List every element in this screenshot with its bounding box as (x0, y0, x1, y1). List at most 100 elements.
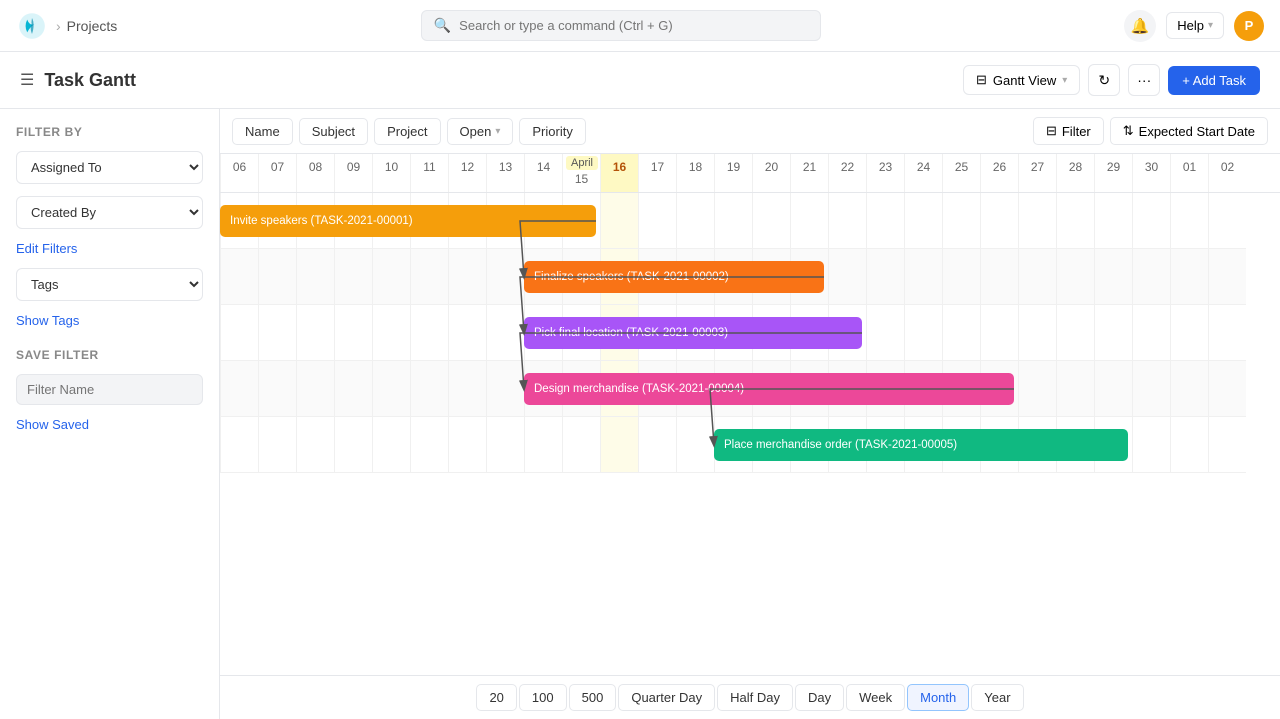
avatar[interactable]: P (1234, 11, 1264, 41)
logo-icon (16, 10, 48, 42)
tags-filter[interactable]: Tags (16, 268, 203, 301)
priority-column-button[interactable]: Priority (519, 118, 585, 145)
search-bar[interactable]: 🔍 (421, 10, 821, 41)
status-filter-button[interactable]: Open ▾ (447, 118, 514, 145)
date-cell-27: 27 (1018, 154, 1056, 192)
gantt-bg-cell (258, 305, 296, 360)
date-cell-19: 19 (714, 154, 752, 192)
gantt-bg-cell (220, 305, 258, 360)
gantt-bg-cell (1170, 193, 1208, 248)
gantt-bg-cell (904, 305, 942, 360)
notification-button[interactable]: 🔔 (1124, 10, 1156, 42)
gantt-chart: 060708091011121314April15161718192021222… (220, 154, 1280, 675)
gantt-bg-cell (1170, 417, 1208, 472)
zoom-100-button[interactable]: 100 (519, 684, 567, 711)
year-button[interactable]: Year (971, 684, 1023, 711)
gantt-bg-cell (1056, 249, 1094, 304)
gantt-bg-cell (486, 305, 524, 360)
assigned-to-filter[interactable]: Assigned To (16, 151, 203, 184)
more-button[interactable]: ··· (1128, 64, 1160, 96)
gantt-bg-cell (1094, 249, 1132, 304)
gantt-bg-cell (1132, 305, 1170, 360)
show-tags-link[interactable]: Show Tags (16, 313, 203, 328)
menu-icon[interactable]: ☰ (20, 70, 34, 90)
page-title: Task Gantt (44, 70, 136, 91)
created-by-filter[interactable]: Created By (16, 196, 203, 229)
chevron-down-icon: ▾ (495, 126, 500, 137)
topbar-left: › Projects (16, 10, 117, 42)
gantt-bg-cell (486, 249, 524, 304)
gantt-bg-cell (1132, 361, 1170, 416)
bottom-bar: 20 100 500 Quarter Day Half Day Day Week… (220, 675, 1280, 719)
gantt-bg-cell (828, 249, 866, 304)
gantt-view-button[interactable]: ⊟ Gantt View ▾ (963, 65, 1080, 95)
zoom-20-button[interactable]: 20 (476, 684, 516, 711)
breadcrumb-parent[interactable]: Projects (67, 18, 118, 34)
gantt-bg-cell (600, 193, 638, 248)
task-bar-1[interactable]: Invite speakers (TASK-2021-00001) (220, 205, 596, 237)
gantt-bg-cell (638, 417, 676, 472)
sort-action-button[interactable]: ⇅ Expected Start Date (1110, 117, 1268, 145)
date-cell-14: 14 (524, 154, 562, 192)
date-cell-11: 11 (410, 154, 448, 192)
gantt-bg-cell (752, 193, 790, 248)
date-cell-12: 12 (448, 154, 486, 192)
gantt-bg-cell (1170, 249, 1208, 304)
refresh-button[interactable]: ↻ (1088, 64, 1120, 96)
gantt-bg-cell (1094, 361, 1132, 416)
sort-label: Expected Start Date (1139, 124, 1255, 139)
task-bar-3[interactable]: Pick final location (TASK-2021-00003) (524, 317, 862, 349)
date-cell-20: 20 (752, 154, 790, 192)
gantt-bg-cell (980, 305, 1018, 360)
gantt-bg-cell (372, 249, 410, 304)
chevron-down-icon: ▾ (1062, 75, 1067, 86)
show-saved-link[interactable]: Show Saved (16, 417, 203, 432)
name-column-button[interactable]: Name (232, 118, 293, 145)
zoom-500-button[interactable]: 500 (569, 684, 617, 711)
gantt-bg-cell (714, 193, 752, 248)
half-day-button[interactable]: Half Day (717, 684, 793, 711)
gantt-bg-cell (942, 305, 980, 360)
date-cell-01: 01 (1170, 154, 1208, 192)
gantt-bg-cell (1208, 417, 1246, 472)
date-cell-23: 23 (866, 154, 904, 192)
add-task-button[interactable]: + Add Task (1168, 66, 1260, 95)
gantt-bg-cell (258, 417, 296, 472)
project-column-button[interactable]: Project (374, 118, 440, 145)
filter-name-input[interactable] (16, 374, 203, 405)
week-button[interactable]: Week (846, 684, 905, 711)
quarter-day-button[interactable]: Quarter Day (618, 684, 715, 711)
filter-action-button[interactable]: ⊟ Filter (1033, 117, 1104, 145)
help-button[interactable]: Help ▾ (1166, 12, 1224, 39)
day-button[interactable]: Day (795, 684, 844, 711)
april-label: April (566, 156, 598, 170)
gantt-bg-cell (1208, 193, 1246, 248)
gantt-bg-cell (448, 417, 486, 472)
gantt-bg-cell (220, 249, 258, 304)
gantt-bg-cell (562, 417, 600, 472)
gantt-bg-cell (372, 361, 410, 416)
gantt-bg-cell (1018, 305, 1056, 360)
task-bar-2[interactable]: Finalize speakers (TASK-2021-00002) (524, 261, 824, 293)
date-cell-18: 18 (676, 154, 714, 192)
gantt-bg-cell (486, 361, 524, 416)
gantt-bg-cell (942, 249, 980, 304)
edit-filters-link[interactable]: Edit Filters (16, 241, 203, 256)
gantt-bg-cell (638, 193, 676, 248)
gantt-bg-cell (220, 417, 258, 472)
gantt-bg-cell (410, 249, 448, 304)
gantt-bg-cell (296, 249, 334, 304)
gantt-bg-cell (676, 417, 714, 472)
month-button[interactable]: Month (907, 684, 969, 711)
gantt-bg-cell (448, 305, 486, 360)
task-bar-5[interactable]: Place merchandise order (TASK-2021-00005… (714, 429, 1128, 461)
subject-column-button[interactable]: Subject (299, 118, 368, 145)
search-input[interactable] (459, 18, 808, 33)
topbar-center: 🔍 (421, 10, 821, 41)
gantt-bg-cell (980, 249, 1018, 304)
gantt-bg-cell (258, 361, 296, 416)
gantt-bg-cell (1208, 305, 1246, 360)
task-bar-4[interactable]: Design merchandise (TASK-2021-00004) (524, 373, 1014, 405)
topbar: › Projects 🔍 🔔 Help ▾ P (0, 0, 1280, 52)
sort-icon: ⇅ (1123, 123, 1134, 139)
